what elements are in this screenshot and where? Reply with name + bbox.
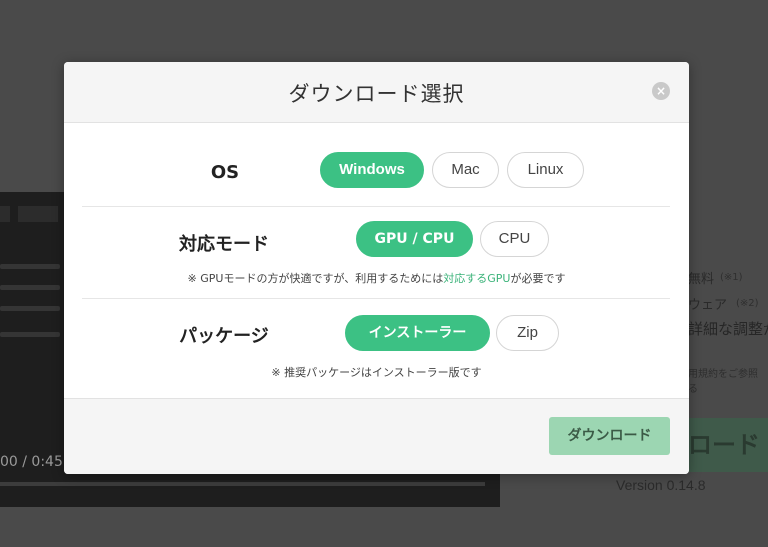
os-label: OS: [210, 162, 240, 183]
background-text: 用規約をご参照: [688, 369, 758, 380]
background-text: ウェア: [688, 298, 728, 313]
dialog-title: ダウンロード選択: [288, 82, 465, 106]
mode-label: 対応モード: [179, 234, 269, 255]
divider: [82, 298, 670, 299]
os-option-mac[interactable]: Mac: [432, 152, 499, 188]
background-text-line: [0, 285, 60, 290]
mode-note-text: ※ GPUモードの方が快適ですが、利用するためには: [187, 272, 444, 285]
background-text-line: [0, 332, 60, 337]
divider: [82, 206, 670, 207]
background-text: (※1): [720, 272, 743, 283]
mode-note-suffix: が必要です: [510, 272, 566, 285]
video-time: 00 / 0:45: [0, 454, 63, 470]
background-text-line: [0, 306, 60, 311]
mode-option-gpu-cpu[interactable]: GPU / CPU: [356, 221, 473, 257]
video-progress-bar: [0, 482, 485, 486]
background-text: る: [688, 384, 698, 395]
package-option-zip[interactable]: Zip: [496, 315, 559, 351]
download-button[interactable]: ダウンロード: [549, 417, 670, 455]
version-text: Version 0.14.8: [616, 477, 706, 493]
background-text: (※2): [736, 298, 759, 309]
background-tab: [0, 206, 10, 222]
package-option-installer[interactable]: インストーラー: [345, 315, 490, 351]
mode-option-cpu[interactable]: CPU: [480, 221, 549, 257]
close-icon[interactable]: ×: [652, 82, 670, 100]
os-option-windows[interactable]: Windows: [320, 152, 424, 188]
os-option-linux[interactable]: Linux: [507, 152, 584, 188]
dialog-body: OS Windows Mac Linux 対応モード GPU / CPU CPU…: [64, 123, 689, 399]
background-text: 無料: [688, 272, 715, 287]
mode-note: ※ GPUモードの方が快適ですが、利用するためには対応するGPUが必要です: [64, 270, 689, 286]
download-select-dialog: ダウンロード選択 × OS Windows Mac Linux 対応モード GP…: [64, 62, 689, 474]
package-label: パッケージ: [179, 326, 269, 347]
background-download-button: ロード: [688, 418, 768, 472]
background-download-label: ロード: [688, 431, 760, 459]
background-text-line: [0, 264, 60, 269]
dialog-footer: ダウンロード: [64, 398, 689, 474]
background-text: 詳細な調整が: [688, 320, 768, 338]
background-tab: [18, 206, 58, 222]
dialog-header: ダウンロード選択 ×: [64, 62, 689, 123]
package-note: ※ 推奨パッケージはインストーラー版です: [271, 366, 482, 379]
compatible-gpu-link[interactable]: 対応するGPU: [443, 272, 510, 285]
